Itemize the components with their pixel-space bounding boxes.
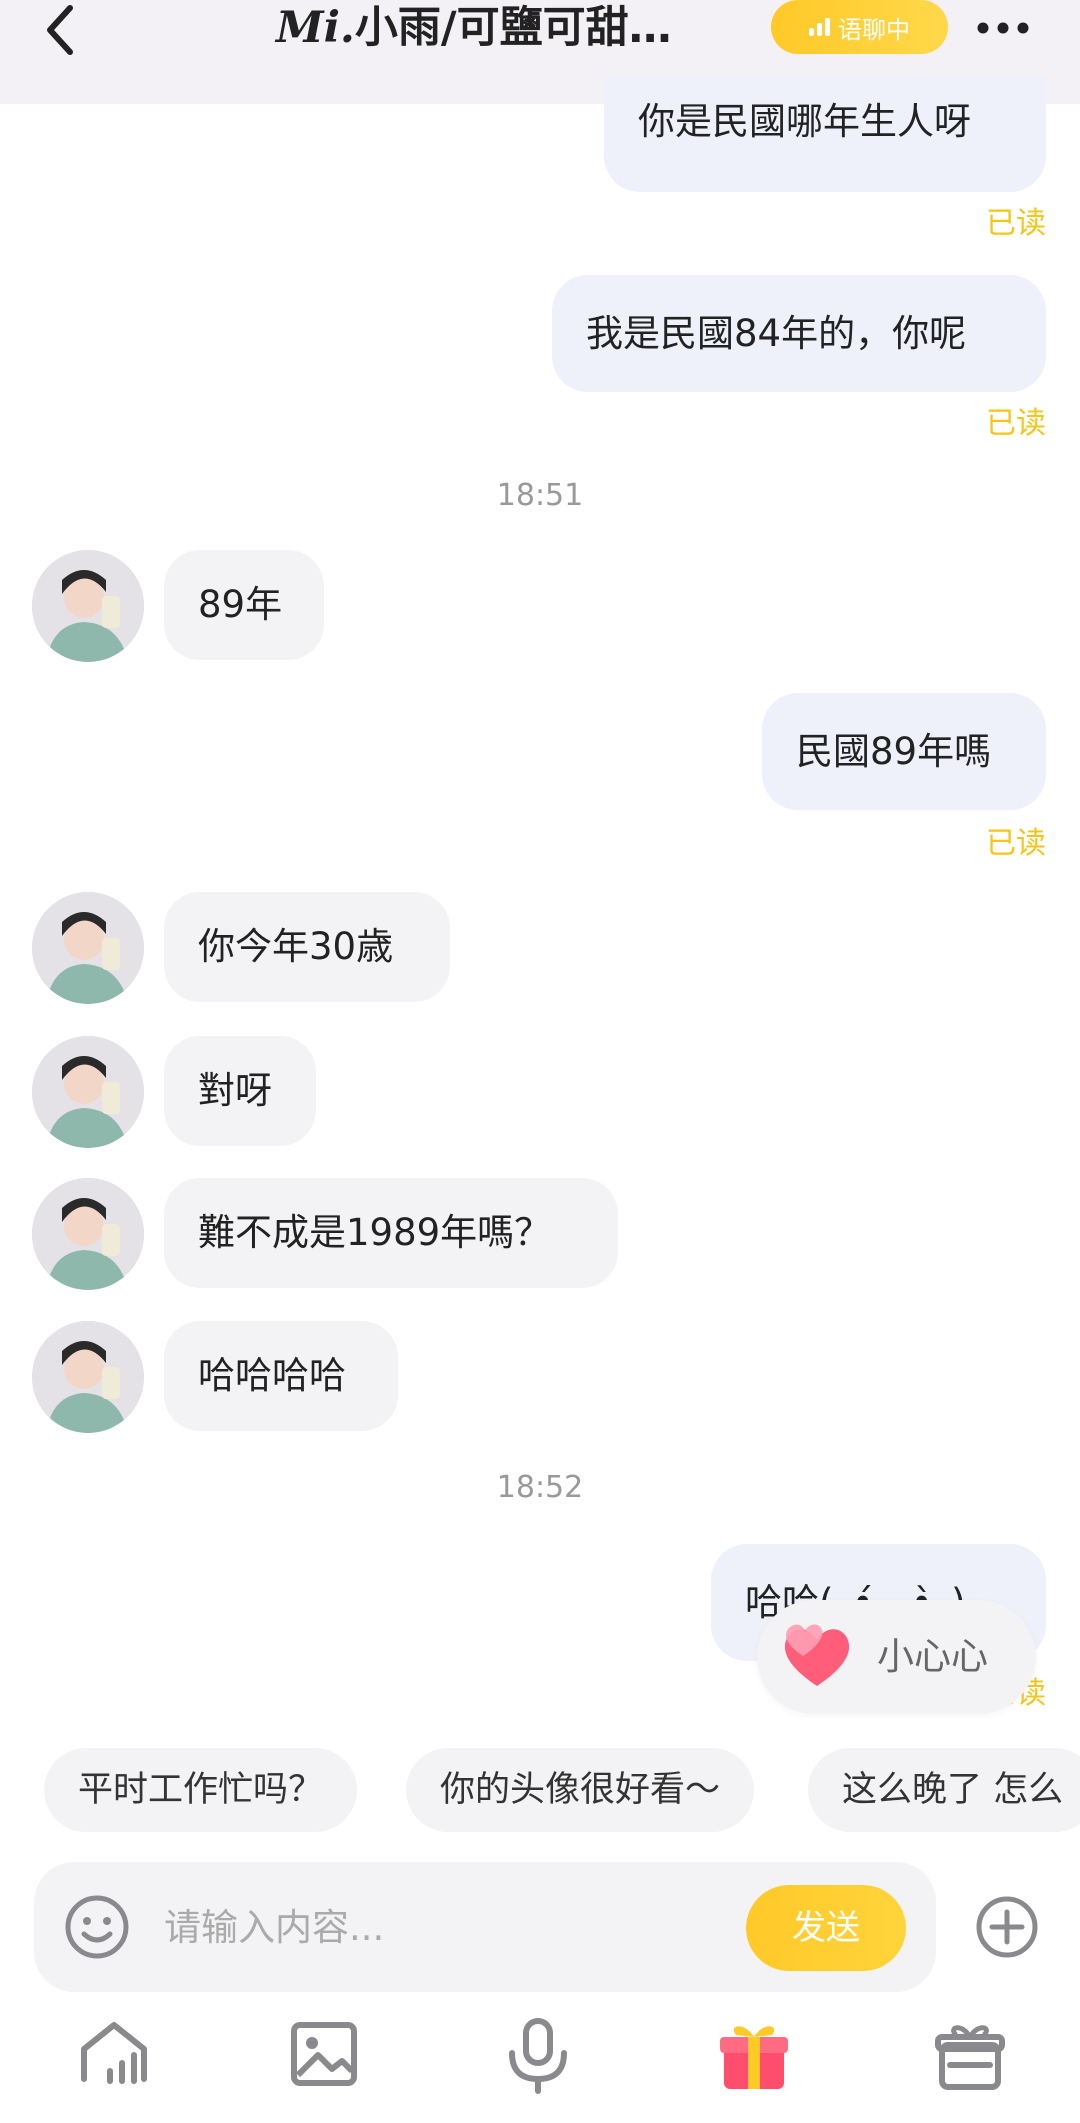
more-options-icon[interactable] (975, 8, 1031, 48)
read-status: 已读 (986, 826, 1046, 861)
signal-bars-icon (809, 18, 830, 36)
message-text: 你是民國哪年生人呀 (638, 100, 971, 143)
read-status: 已读 (986, 406, 1046, 441)
avatar[interactable] (32, 1036, 144, 1148)
gift-box-icon[interactable] (930, 2015, 1010, 2095)
message-input[interactable] (164, 1897, 724, 1957)
message-text: 89年 (198, 583, 283, 626)
title-name: 小雨/可鹽可甜… (354, 3, 672, 53)
message-bubble-incoming[interactable]: 難不成是1989年嗎？ (164, 1178, 618, 1288)
send-button[interactable]: 发送 (746, 1885, 906, 1971)
voice-chat-label: 语聊中 (838, 15, 910, 44)
image-icon[interactable] (284, 2015, 364, 2095)
emoji-icon[interactable] (64, 1894, 130, 1960)
quick-reply-chip[interactable]: 这么晚了 怎么 (808, 1748, 1080, 1832)
bottom-toolbar (0, 2015, 1080, 2105)
message-text: 你今年30歳 (198, 925, 394, 968)
back-arrow-icon[interactable] (40, 2, 80, 58)
message-text: 對呀 (198, 1069, 272, 1112)
avatar[interactable] (32, 1178, 144, 1290)
quick-reply-chip[interactable]: 平时工作忙吗？ (44, 1748, 358, 1832)
avatar[interactable] (32, 1321, 144, 1433)
message-bubble-incoming[interactable]: 89年 (164, 550, 324, 660)
message-text: 難不成是1989年嗎？ (198, 1211, 552, 1254)
plus-icon[interactable] (974, 1894, 1040, 1960)
message-text: 民國89年嗎 (796, 730, 992, 773)
timestamp: 18:51 (496, 478, 584, 513)
microphone-icon[interactable] (498, 2015, 578, 2095)
avatar[interactable] (32, 550, 144, 662)
chat-title: Mi.小雨/可鹽可甜… (276, 0, 672, 56)
avatar[interactable] (32, 892, 144, 1004)
gift-icon[interactable] (714, 2015, 794, 2095)
message-composer: 发送 (34, 1862, 936, 1992)
message-bubble-incoming[interactable]: 哈哈哈哈 (164, 1321, 398, 1431)
heart-reaction-label: 小心心 (877, 1635, 988, 1678)
timestamp: 18:52 (496, 1470, 584, 1505)
read-status: 已读 (986, 206, 1046, 241)
quick-reply-chip[interactable]: 你的头像很好看～ (406, 1748, 755, 1832)
message-bubble-outgoing[interactable]: 你是民國哪年生人呀 (604, 76, 1046, 192)
message-bubble-incoming[interactable]: 對呀 (164, 1036, 316, 1146)
voice-chat-badge[interactable]: 语聊中 (771, 0, 948, 54)
message-text: 我是民國84年的，你呢 (586, 312, 967, 355)
home-chart-icon[interactable] (74, 2015, 154, 2095)
heart-icon (784, 1624, 850, 1686)
message-bubble-incoming[interactable]: 你今年30歳 (164, 892, 450, 1002)
quick-reply-bar: 平时工作忙吗？ 你的头像很好看～ 这么晚了 怎么 (0, 1748, 1080, 1832)
message-bubble-outgoing[interactable]: 民國89年嗎 (762, 693, 1046, 810)
title-prefix: Mi. (276, 3, 355, 53)
message-bubble-outgoing[interactable]: 我是民國84年的，你呢 (552, 275, 1046, 392)
heart-reaction-popup[interactable]: 小心心 (757, 1600, 1036, 1714)
message-text: 哈哈哈哈 (198, 1354, 346, 1397)
